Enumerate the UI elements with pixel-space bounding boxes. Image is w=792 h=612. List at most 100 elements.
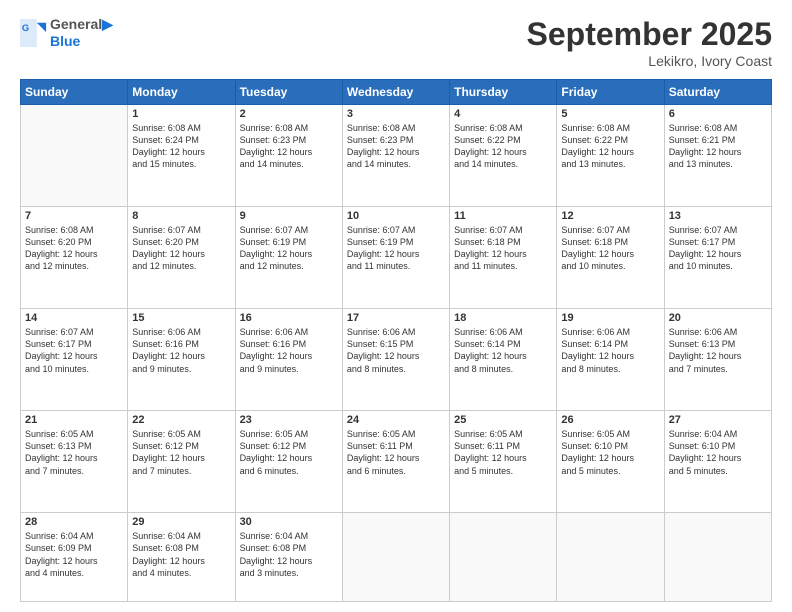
calendar-header-row: SundayMondayTuesdayWednesdayThursdayFrid… bbox=[21, 80, 772, 105]
cell-info: Sunrise: 6:06 AM Sunset: 6:16 PM Dayligh… bbox=[132, 326, 230, 375]
cell-date: 1 bbox=[132, 108, 230, 120]
cell-info: Sunrise: 6:05 AM Sunset: 6:11 PM Dayligh… bbox=[454, 428, 552, 477]
calendar-cell: 23Sunrise: 6:05 AM Sunset: 6:12 PM Dayli… bbox=[235, 411, 342, 513]
cell-date: 26 bbox=[561, 414, 659, 426]
cell-info: Sunrise: 6:07 AM Sunset: 6:17 PM Dayligh… bbox=[669, 224, 767, 273]
cell-date: 9 bbox=[240, 210, 338, 222]
cell-date: 14 bbox=[25, 312, 123, 324]
cell-info: Sunrise: 6:04 AM Sunset: 6:10 PM Dayligh… bbox=[669, 428, 767, 477]
calendar-cell: 9 Sunrise: 6:07 AM Sunset: 6:19 PM Daylig… bbox=[235, 207, 342, 309]
cell-date: 25 bbox=[454, 414, 552, 426]
calendar-cell: 10Sunrise: 6:07 AM Sunset: 6:19 PM Dayli… bbox=[342, 207, 449, 309]
calendar-cell: 25 Sunrise: 6:05 AM Sunset: 6:11 PM Dayli… bbox=[450, 411, 557, 513]
cell-info: Sunrise: 6:04 AM Sunset: 6:08 PM Dayligh… bbox=[240, 530, 338, 579]
cell-info: Sunrise: 6:07 AM Sunset: 6:18 PM Dayligh… bbox=[454, 224, 552, 273]
location: Lekikro, Ivory Coast bbox=[527, 53, 772, 69]
calendar-cell: 21 Sunrise: 6:05 AM Sunset: 6:13 PM Dayli… bbox=[21, 411, 128, 513]
header: G General▶ Blue September 2025 Lekikro, … bbox=[20, 16, 772, 69]
svg-text:G: G bbox=[22, 23, 29, 33]
cell-info: Sunrise: 6:08 AM Sunset: 6:22 PM Dayligh… bbox=[454, 122, 552, 171]
cell-date: 17 bbox=[347, 312, 445, 324]
cell-date: 12 bbox=[561, 210, 659, 222]
calendar-cell: 12 Sunrise: 6:07 AM Sunset: 6:18 PM Dayli… bbox=[557, 207, 664, 309]
cell-info: Sunrise: 6:06 AM Sunset: 6:16 PM Dayligh… bbox=[240, 326, 338, 375]
calendar-cell: 14 Sunrise: 6:07 AM Sunset: 6:17 PM Dayli… bbox=[21, 309, 128, 411]
calendar-cell bbox=[450, 513, 557, 602]
week-row-1: 1 Sunrise: 6:08 AM Sunset: 6:24 PM Daylig… bbox=[21, 105, 772, 207]
calendar-cell bbox=[342, 513, 449, 602]
calendar-cell: 17 Sunrise: 6:06 AM Sunset: 6:15 PM Dayli… bbox=[342, 309, 449, 411]
cell-info: Sunrise: 6:07 AM Sunset: 6:17 PM Dayligh… bbox=[25, 326, 123, 375]
calendar-cell: 11 Sunrise: 6:07 AM Sunset: 6:18 PM Dayli… bbox=[450, 207, 557, 309]
cell-info: Sunrise: 6:08 AM Sunset: 6:24 PM Dayligh… bbox=[132, 122, 230, 171]
calendar-cell: 13 Sunrise: 6:07 AM Sunset: 6:17 PM Dayli… bbox=[664, 207, 771, 309]
calendar-cell bbox=[21, 105, 128, 207]
cell-info: Sunrise: 6:07 AM Sunset: 6:19 PM Dayligh… bbox=[240, 224, 338, 273]
calendar-cell: 19 Sunrise: 6:06 AM Sunset: 6:14 PM Dayli… bbox=[557, 309, 664, 411]
cell-info: Sunrise: 6:07 AM Sunset: 6:18 PM Dayligh… bbox=[561, 224, 659, 273]
cell-date: 11 bbox=[454, 210, 552, 222]
cell-info: Sunrise: 6:06 AM Sunset: 6:14 PM Dayligh… bbox=[561, 326, 659, 375]
cell-info: Sunrise: 6:05 AM Sunset: 6:11 PM Dayligh… bbox=[347, 428, 445, 477]
cell-date: 7 bbox=[25, 210, 123, 222]
logo-icon: G bbox=[20, 19, 48, 47]
calendar-cell: 16 Sunrise: 6:06 AM Sunset: 6:16 PM Dayli… bbox=[235, 309, 342, 411]
calendar-cell: 3 Sunrise: 6:08 AM Sunset: 6:23 PM Daylig… bbox=[342, 105, 449, 207]
cell-info: Sunrise: 6:05 AM Sunset: 6:13 PM Dayligh… bbox=[25, 428, 123, 477]
day-header-tuesday: Tuesday bbox=[235, 80, 342, 105]
calendar-cell: 1 Sunrise: 6:08 AM Sunset: 6:24 PM Daylig… bbox=[128, 105, 235, 207]
day-header-sunday: Sunday bbox=[21, 80, 128, 105]
cell-date: 2 bbox=[240, 108, 338, 120]
calendar-cell: 18Sunrise: 6:06 AM Sunset: 6:14 PM Dayli… bbox=[450, 309, 557, 411]
cell-date: 20 bbox=[669, 312, 767, 324]
calendar-cell: 24 Sunrise: 6:05 AM Sunset: 6:11 PM Dayli… bbox=[342, 411, 449, 513]
calendar-cell: 6Sunrise: 6:08 AM Sunset: 6:21 PM Daylig… bbox=[664, 105, 771, 207]
cell-date: 3 bbox=[347, 108, 445, 120]
cell-info: Sunrise: 6:05 AM Sunset: 6:12 PM Dayligh… bbox=[240, 428, 338, 477]
cell-date: 30 bbox=[240, 516, 338, 528]
calendar: SundayMondayTuesdayWednesdayThursdayFrid… bbox=[20, 79, 772, 602]
cell-date: 16 bbox=[240, 312, 338, 324]
cell-info: Sunrise: 6:08 AM Sunset: 6:22 PM Dayligh… bbox=[561, 122, 659, 171]
cell-info: Sunrise: 6:07 AM Sunset: 6:20 PM Dayligh… bbox=[132, 224, 230, 273]
calendar-cell: 2 Sunrise: 6:08 AM Sunset: 6:23 PM Daylig… bbox=[235, 105, 342, 207]
cell-info: Sunrise: 6:08 AM Sunset: 6:23 PM Dayligh… bbox=[347, 122, 445, 171]
calendar-cell: 4 Sunrise: 6:08 AM Sunset: 6:22 PM Daylig… bbox=[450, 105, 557, 207]
calendar-cell: 15 Sunrise: 6:06 AM Sunset: 6:16 PM Dayli… bbox=[128, 309, 235, 411]
calendar-cell: 26Sunrise: 6:05 AM Sunset: 6:10 PM Dayli… bbox=[557, 411, 664, 513]
week-row-5: 28Sunrise: 6:04 AM Sunset: 6:09 PM Dayli… bbox=[21, 513, 772, 602]
day-header-monday: Monday bbox=[128, 80, 235, 105]
calendar-cell bbox=[557, 513, 664, 602]
cell-date: 19 bbox=[561, 312, 659, 324]
cell-date: 21 bbox=[25, 414, 123, 426]
day-header-thursday: Thursday bbox=[450, 80, 557, 105]
title-block: September 2025 Lekikro, Ivory Coast bbox=[527, 16, 772, 69]
cell-info: Sunrise: 6:05 AM Sunset: 6:12 PM Dayligh… bbox=[132, 428, 230, 477]
calendar-cell: 27Sunrise: 6:04 AM Sunset: 6:10 PM Dayli… bbox=[664, 411, 771, 513]
day-header-saturday: Saturday bbox=[664, 80, 771, 105]
week-row-2: 7 Sunrise: 6:08 AM Sunset: 6:20 PM Daylig… bbox=[21, 207, 772, 309]
cell-date: 24 bbox=[347, 414, 445, 426]
cell-info: Sunrise: 6:06 AM Sunset: 6:13 PM Dayligh… bbox=[669, 326, 767, 375]
logo-text: General▶ Blue bbox=[50, 16, 113, 50]
cell-date: 15 bbox=[132, 312, 230, 324]
cell-info: Sunrise: 6:08 AM Sunset: 6:20 PM Dayligh… bbox=[25, 224, 123, 273]
cell-date: 8 bbox=[132, 210, 230, 222]
calendar-cell: 5 Sunrise: 6:08 AM Sunset: 6:22 PM Daylig… bbox=[557, 105, 664, 207]
day-header-friday: Friday bbox=[557, 80, 664, 105]
cell-info: Sunrise: 6:08 AM Sunset: 6:23 PM Dayligh… bbox=[240, 122, 338, 171]
cell-info: Sunrise: 6:06 AM Sunset: 6:15 PM Dayligh… bbox=[347, 326, 445, 375]
cell-date: 13 bbox=[669, 210, 767, 222]
cell-date: 18 bbox=[454, 312, 552, 324]
calendar-cell: 30 Sunrise: 6:04 AM Sunset: 6:08 PM Dayli… bbox=[235, 513, 342, 602]
cell-date: 4 bbox=[454, 108, 552, 120]
cell-date: 22 bbox=[132, 414, 230, 426]
calendar-cell: 28Sunrise: 6:04 AM Sunset: 6:09 PM Dayli… bbox=[21, 513, 128, 602]
calendar-cell: 8 Sunrise: 6:07 AM Sunset: 6:20 PM Daylig… bbox=[128, 207, 235, 309]
calendar-cell: 29Sunrise: 6:04 AM Sunset: 6:08 PM Dayli… bbox=[128, 513, 235, 602]
cell-date: 6 bbox=[669, 108, 767, 120]
logo: G General▶ Blue bbox=[20, 16, 113, 50]
month-title: September 2025 bbox=[527, 16, 772, 53]
page: G General▶ Blue September 2025 Lekikro, … bbox=[0, 0, 792, 612]
cell-date: 5 bbox=[561, 108, 659, 120]
